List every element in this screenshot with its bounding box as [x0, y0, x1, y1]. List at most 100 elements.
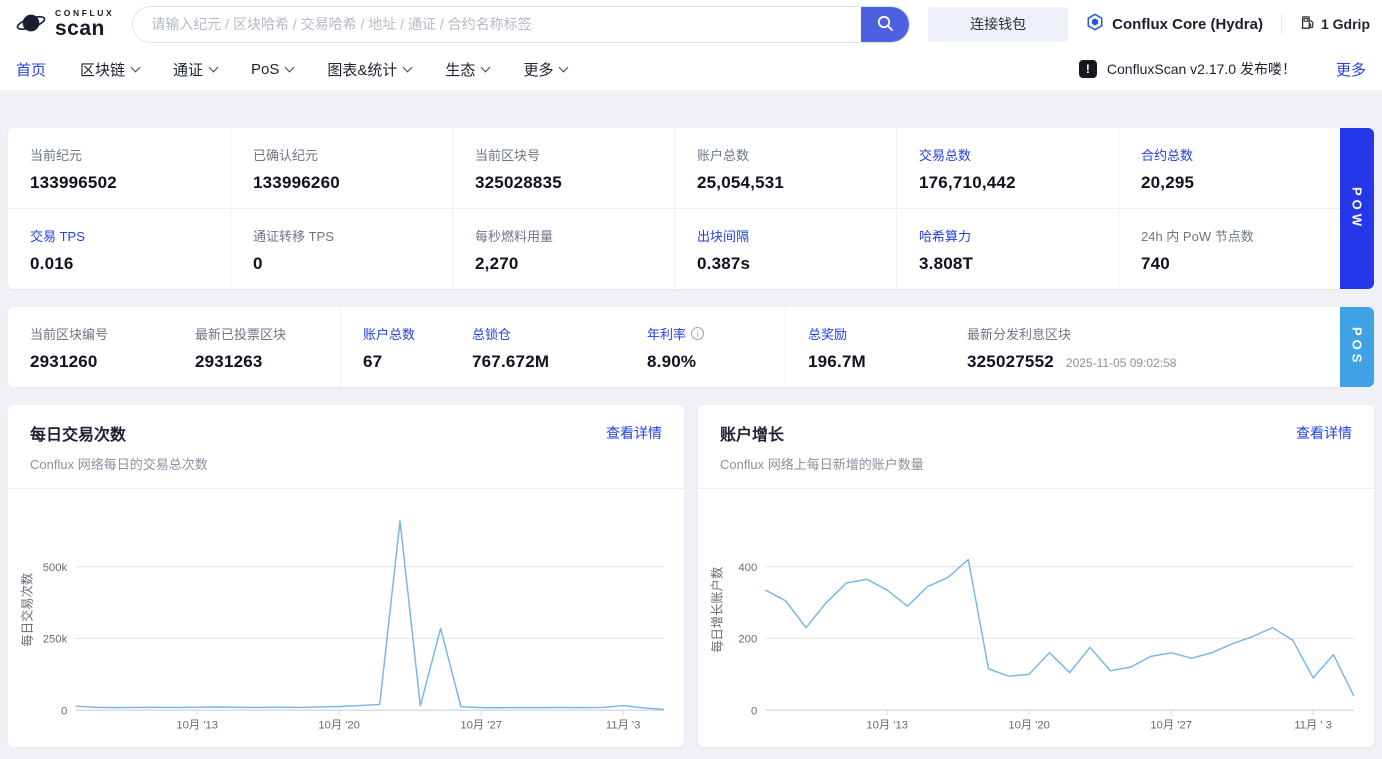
- stat-label-link[interactable]: 账户总数: [363, 324, 428, 343]
- chevron-down-icon: [130, 62, 141, 72]
- stat-pos-apy: 年利率 i 8.90%: [625, 307, 785, 387]
- stat-pos-voted-block: 最新已投票区块 2931263: [173, 307, 340, 387]
- pos-tab-label: POS: [1349, 327, 1365, 367]
- nav-item-label: 图表&统计: [327, 61, 398, 79]
- announcement-text: ConfluxScan v2.17.0 发布喽！: [1106, 61, 1296, 77]
- stat-pos-total-reward: 总奖励 196.7M: [785, 307, 945, 387]
- pos-stats-row: 当前区块编号 2931260 最新已投票区块 2931263 账户总数 67 总…: [8, 307, 1340, 387]
- view-details-link[interactable]: 查看详情: [606, 423, 662, 443]
- stat-value: 325028835: [475, 173, 562, 192]
- svg-text:每日增长账户数: 每日增长账户数: [709, 567, 724, 653]
- pow-tab: POW: [1340, 128, 1374, 289]
- stat-value-number: 325027552: [967, 352, 1054, 371]
- stat-label: 24h 内 PoW 节点数: [1141, 229, 1254, 244]
- search-bar: [132, 5, 911, 43]
- nav-item-label: 生态: [445, 61, 476, 79]
- daily-transactions-line-chart: 0 250k 500k 10月 '13 10月 '20 10月 '27 11月 '3 每日交易…: [19, 520, 664, 732]
- stat-value: 133996502: [30, 173, 117, 192]
- stat-tx-tps: 交易 TPS 0.016: [8, 209, 230, 289]
- svg-text:200: 200: [738, 634, 757, 646]
- stat-label-link[interactable]: 年利率 i: [647, 324, 763, 343]
- stat-token-transfer-tps: 通证转移 TPS 0: [230, 209, 452, 289]
- nav-item-more[interactable]: 更多: [523, 59, 569, 80]
- nav-item-tokens[interactable]: 通证: [173, 59, 219, 80]
- chevron-down-icon: [480, 62, 491, 72]
- chevron-down-icon: [208, 62, 219, 72]
- info-icon[interactable]: i: [691, 327, 705, 340]
- pow-stats-card: 当前纪元 133996502 已确认纪元 133996260 当前区块号 325…: [8, 128, 1340, 289]
- logo-bottom-text: scan: [55, 17, 105, 41]
- svg-text:11月 ' 3: 11月 ' 3: [1294, 720, 1332, 732]
- announcement-bar: ! ConfluxScan v2.17.0 发布喽！ 更多: [1078, 59, 1366, 80]
- svg-text:10月 '27: 10月 '27: [460, 720, 502, 732]
- stat-label-link[interactable]: 总奖励: [808, 324, 923, 343]
- logo-text: CONFLUX scan: [55, 9, 114, 40]
- svg-text:每日交易次数: 每日交易次数: [19, 573, 34, 647]
- nav-item-ecosystem[interactable]: 生态: [445, 59, 491, 80]
- announcement-more-link[interactable]: 更多: [1336, 59, 1366, 80]
- stat-timestamp: 2025-11-05 09:02:58: [1065, 356, 1177, 370]
- stat-label-link[interactable]: 出块间隔: [697, 226, 874, 245]
- stat-value: 176,710,442: [919, 173, 1016, 192]
- stat-hashrate: 哈希算力 3.808T: [896, 209, 1118, 289]
- stat-pow-nodes-24h: 24h 内 PoW 节点数 740: [1118, 209, 1340, 289]
- main-nav: 首页 区块链 通证 PoS 图表&统计 生态 更多 ! ConfluxScan …: [0, 48, 1382, 90]
- header-divider: [1280, 14, 1282, 34]
- stat-pos-block-number: 当前区块编号 2931260: [8, 307, 173, 387]
- stat-confirmed-epoch: 已确认纪元 133996260: [230, 128, 452, 208]
- nav-item-pos[interactable]: PoS: [251, 61, 295, 78]
- stat-value: 20,295: [1141, 173, 1195, 192]
- announcement-icon: !: [1078, 60, 1097, 78]
- chevron-down-icon: [284, 62, 295, 72]
- stat-value: 0: [253, 254, 263, 273]
- confluxscan-logo[interactable]: CONFLUX scan: [14, 8, 114, 41]
- stat-total-contracts: 合约总数 20,295: [1118, 128, 1340, 208]
- view-details-link[interactable]: 查看详情: [1296, 423, 1352, 443]
- stat-label: 通证转移 TPS: [253, 229, 334, 244]
- stat-label-link[interactable]: 交易 TPS: [30, 226, 208, 245]
- stat-label: 最新已投票区块: [195, 327, 287, 342]
- svg-text:400: 400: [738, 562, 757, 574]
- svg-text:10月 '13: 10月 '13: [176, 720, 218, 732]
- pos-stats-section: 当前区块编号 2931260 最新已投票区块 2931263 账户总数 67 总…: [8, 307, 1374, 387]
- stat-label: 最新分发利息区块: [967, 327, 1072, 342]
- chart-header: 每日交易次数 Conflux 网络每日的交易总次数 查看详情: [8, 405, 684, 489]
- stat-value: 133996260: [253, 173, 340, 192]
- svg-text:10月 '20: 10月 '20: [318, 720, 360, 732]
- stat-value: 325027552 2025-11-05 09:02:58: [967, 352, 1318, 372]
- stat-label-link[interactable]: 交易总数: [919, 145, 1096, 164]
- svg-text:10月 '20: 10月 '20: [1008, 720, 1050, 732]
- nav-item-home[interactable]: 首页: [16, 59, 46, 80]
- nav-item-charts-stats[interactable]: 图表&统计: [327, 59, 413, 80]
- stat-pos-last-interest-block: 最新分发利息区块 325027552 2025-11-05 09:02:58: [945, 307, 1340, 387]
- stat-label-text: 年利率: [647, 327, 687, 342]
- stat-value: 0.387s: [697, 254, 751, 273]
- network-icon: [1086, 13, 1104, 35]
- stat-label-link[interactable]: 合约总数: [1141, 145, 1318, 164]
- stat-label: 当前区块编号: [30, 327, 109, 342]
- stat-label-link[interactable]: 哈希算力: [919, 226, 1096, 245]
- connect-wallet-button[interactable]: 连接钱包: [928, 6, 1069, 42]
- stat-total-accounts: 账户总数 25,054,531: [674, 128, 896, 208]
- charts-section: 每日交易次数 Conflux 网络每日的交易总次数 查看详情 0 250k 500k…: [8, 405, 1374, 747]
- chevron-down-icon: [402, 62, 413, 72]
- chart-subtitle: Conflux 网络上每日新增的账户数量: [720, 457, 924, 472]
- stat-label: 当前纪元: [30, 148, 83, 163]
- search-input[interactable]: [133, 6, 862, 42]
- pos-tab: POS: [1340, 307, 1374, 387]
- nav-item-label: 通证: [173, 61, 204, 79]
- network-selector[interactable]: Conflux Core (Hydra): [1086, 13, 1263, 35]
- nav-item-blockchain[interactable]: 区块链: [80, 59, 141, 80]
- stat-value: 2931263: [195, 352, 263, 371]
- search-button[interactable]: [861, 6, 910, 42]
- stat-label: 当前区块号: [475, 148, 541, 163]
- top-bar: CONFLUX scan 连接钱包 Conflux Core (Hydra): [0, 0, 1382, 48]
- stat-label: 每秒燃料用量: [475, 229, 554, 244]
- stat-label-link[interactable]: 总锁仓: [472, 324, 603, 343]
- svg-text:10月 '13: 10月 '13: [866, 720, 908, 732]
- stat-value: 0.016: [30, 254, 74, 273]
- chart-title: 每日交易次数: [30, 427, 127, 444]
- stat-current-block-number: 当前区块号 325028835: [452, 128, 674, 208]
- svg-text:0: 0: [751, 705, 757, 717]
- gas-price[interactable]: 1 Gdrip: [1300, 15, 1370, 33]
